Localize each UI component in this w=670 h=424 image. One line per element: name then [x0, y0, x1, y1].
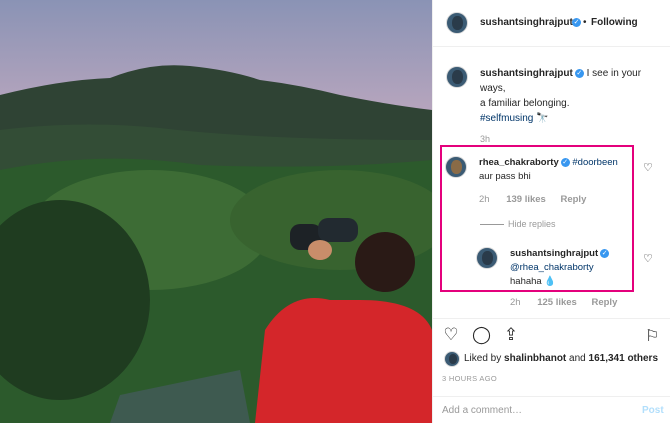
liked-by-others[interactable]: 161,341 others	[589, 353, 659, 364]
post-timestamp[interactable]: 3 HOURS AGO	[442, 374, 497, 383]
commenter-avatar[interactable]	[445, 156, 467, 178]
comment-likes[interactable]: 139 likes	[506, 194, 546, 205]
divider	[432, 318, 670, 319]
hide-replies-line	[480, 224, 504, 225]
caption-text-line2: a familiar belonging.	[480, 98, 570, 109]
caption-avatar[interactable]	[446, 66, 468, 88]
comment-bubble-icon[interactable]: ◯	[472, 326, 491, 344]
verified-badge-icon: ✓	[560, 157, 570, 167]
reply-text: hahaha 💧	[510, 276, 557, 287]
share-icon[interactable]: ⇪	[502, 326, 520, 344]
post-comment-button[interactable]: Post	[642, 405, 664, 416]
caption: sushantsinghrajput ✓ I see in your ways, …	[480, 66, 660, 147]
post-photo[interactable]	[0, 0, 432, 423]
hide-replies-link[interactable]: Hide replies	[508, 219, 556, 229]
verified-badge-icon: ✓	[574, 68, 584, 78]
verified-badge-icon: ✓	[600, 248, 610, 258]
caption-hashtag[interactable]: #selfmusing	[480, 113, 533, 124]
reply-button[interactable]: Reply	[560, 194, 586, 205]
post-header: sushantsinghrajput ✓ • Following	[433, 0, 670, 47]
reply-button[interactable]: Reply	[591, 297, 617, 308]
reply-likes[interactable]: 125 likes	[537, 297, 577, 308]
comment-1-meta: 2h 139 likes Reply	[479, 193, 586, 207]
author-username[interactable]: sushantsinghrajput	[480, 17, 573, 28]
author-avatar[interactable]	[446, 12, 468, 34]
separator-dot: •	[583, 17, 587, 28]
comment-text: aur pass bhi	[479, 171, 531, 182]
comment-time[interactable]: 2h	[479, 194, 490, 205]
bookmark-icon[interactable]: ⚐	[645, 326, 659, 346]
action-bar: ♡ ◯ ⇪	[442, 326, 520, 344]
liker-avatar[interactable]	[444, 351, 460, 367]
instagram-post: sushantsinghrajput ✓ • Following sushant…	[0, 0, 670, 423]
like-heart-icon[interactable]: ♡	[442, 326, 460, 344]
caption-emoji: 🔭	[536, 113, 549, 124]
comment-1: rhea_chakraborty ✓ #doorbeen aur pass bhi	[479, 156, 629, 184]
reply-mention[interactable]: @rhea_chakraborty	[510, 262, 594, 273]
liked-by: Liked by shalinbhanot and 161,341 others	[464, 353, 658, 364]
verified-badge-icon: ✓	[572, 18, 581, 27]
liked-by-and: and	[569, 353, 586, 364]
comment-like-icon[interactable]: ♡	[643, 161, 653, 174]
following-button[interactable]: Following	[591, 17, 638, 28]
comment-username[interactable]: rhea_chakraborty	[479, 157, 559, 168]
reply-avatar[interactable]	[476, 247, 498, 269]
caption-username[interactable]: sushantsinghrajput	[480, 68, 573, 79]
comment-2-meta: 2h 125 likes Reply	[510, 296, 617, 310]
reply-like-icon[interactable]: ♡	[643, 252, 653, 265]
reply-username[interactable]: sushantsinghrajput	[510, 248, 598, 259]
reply-time[interactable]: 2h	[510, 297, 521, 308]
comment-hashtag[interactable]: #doorbeen	[572, 157, 617, 168]
photo-scene	[0, 0, 432, 423]
add-comment-input[interactable]: Add a comment…	[442, 405, 522, 416]
comment-2: sushantsinghrajput ✓ @rhea_chakraborty ha…	[510, 247, 630, 289]
liked-by-prefix: Liked by	[464, 353, 502, 364]
liked-by-user[interactable]: shalinbhanot	[504, 353, 566, 364]
